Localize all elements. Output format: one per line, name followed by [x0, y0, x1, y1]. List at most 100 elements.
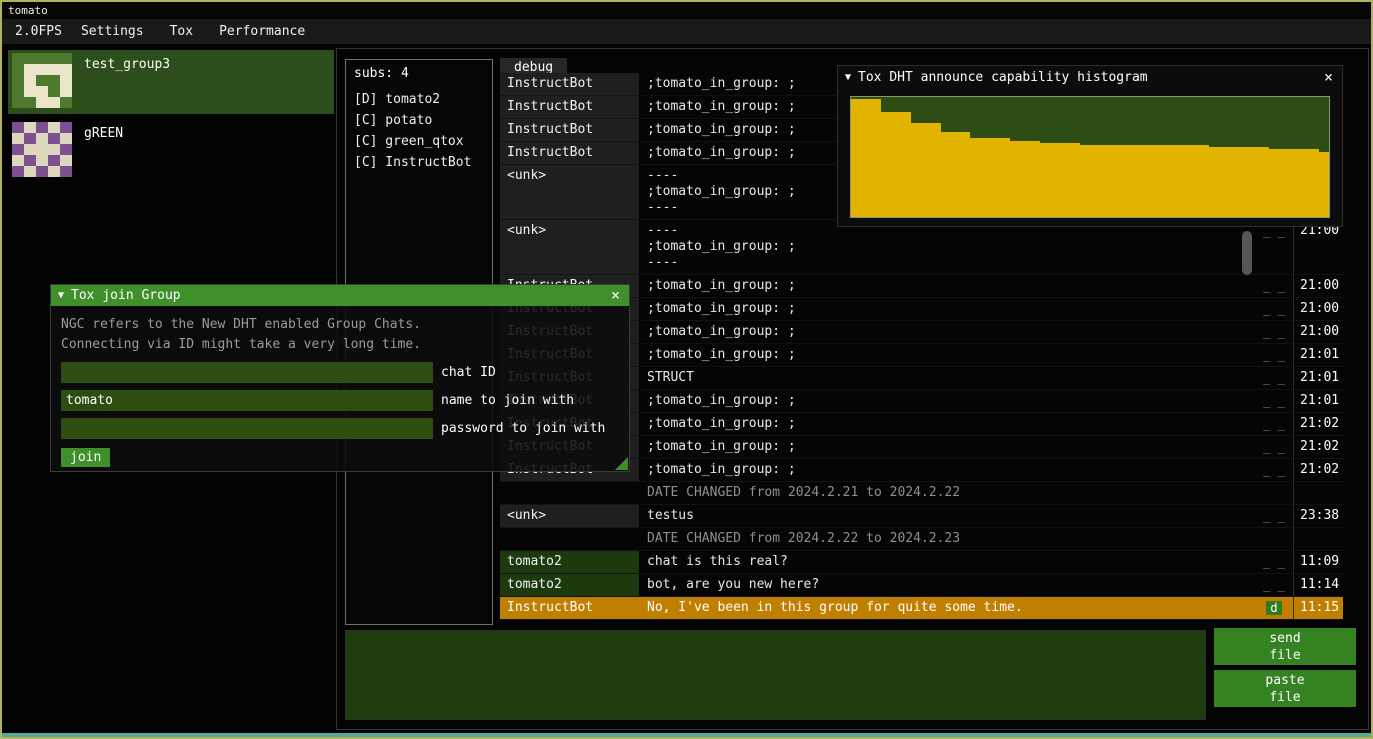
sender-name: InstructBot [500, 119, 639, 141]
subs-list: [D] tomato2[C] potato[C] green_qtox[C] I… [346, 89, 492, 173]
avatar-pixel [48, 86, 60, 97]
chat-message-row[interactable]: InstructBotNo, I've been in this group f… [500, 597, 1344, 620]
message-line: ;tomato_in_group: ; [647, 439, 1247, 455]
histogram-bar [861, 99, 871, 217]
delivered-flag: d [1266, 601, 1281, 615]
message-time: 23:38 [1293, 505, 1343, 527]
collapse-arrow-icon[interactable]: ▼ [845, 72, 851, 83]
group-item-gREEN[interactable]: gREEN [8, 119, 334, 183]
message-line: ;tomato_in_group: ; [647, 347, 1247, 363]
close-icon[interactable]: × [1322, 70, 1335, 85]
group-name: gREEN [84, 122, 123, 141]
sender-name: <unk> [500, 220, 639, 274]
subs-list-item[interactable]: [C] potato [346, 110, 492, 131]
message-flags: d [1255, 597, 1293, 619]
message-text: ;tomato_in_group: ; [639, 321, 1255, 343]
chat-id-input[interactable] [61, 362, 433, 383]
window-titlebar: tomato [2, 2, 1371, 19]
message-text: ;tomato_in_group: ; [639, 275, 1255, 297]
subs-list-item[interactable]: [C] InstructBot [346, 152, 492, 173]
message-time: 21:00 [1293, 220, 1343, 274]
status-2-0fps: 2.0FPS [2, 21, 68, 42]
histogram-bar [1189, 145, 1199, 217]
avatar-pixel [36, 97, 48, 108]
histogram-bar [901, 112, 911, 217]
histogram-bar [1309, 149, 1319, 217]
message-time: 11:15 [1293, 597, 1343, 619]
message-time: 21:01 [1293, 367, 1343, 389]
window-resize-edge[interactable] [2, 733, 1371, 737]
menu-item-performance[interactable]: Performance [206, 21, 318, 42]
avatar-pixel [12, 86, 24, 97]
avatar-pixel [48, 122, 60, 133]
avatar-pixel [36, 75, 48, 86]
sender-name: <unk> [500, 505, 639, 527]
date-separator-row[interactable]: DATE CHANGED from 2024.2.21 to 2024.2.22 [500, 482, 1344, 505]
histogram-bar [1279, 149, 1289, 217]
group-item-test_group3[interactable]: test_group3 [8, 50, 334, 114]
avatar-pixel [24, 97, 36, 108]
subs-list-item[interactable]: [D] tomato2 [346, 89, 492, 110]
send-file-button[interactable]: send file [1214, 628, 1356, 665]
date-separator-row[interactable]: DATE CHANGED from 2024.2.22 to 2024.2.23 [500, 528, 1344, 551]
window-title: tomato [8, 4, 48, 17]
message-line: ;tomato_in_group: ; [647, 239, 1247, 255]
histogram-bar [1010, 141, 1020, 217]
histogram-bar [851, 99, 861, 217]
menu-item-tox[interactable]: Tox [157, 21, 206, 42]
message-input[interactable] [345, 630, 1206, 720]
collapse-arrow-icon[interactable]: ▼ [58, 290, 64, 301]
message-time: 21:01 [1293, 344, 1343, 366]
avatar-pixel [48, 166, 60, 177]
resize-grip[interactable] [615, 457, 628, 470]
join-window-titlebar[interactable]: ▼ Tox join Group × [51, 285, 629, 306]
join-name-label: name to join with [441, 393, 574, 408]
histogram-bar [871, 99, 881, 217]
chat-message-row[interactable]: tomato2bot, are you new here?_ _11:14 [500, 574, 1344, 597]
group-avatar [12, 122, 72, 177]
avatar-pixel [12, 166, 24, 177]
histogram-bar [1150, 145, 1160, 217]
histogram-bar [951, 132, 961, 217]
avatar-pixel [24, 122, 36, 133]
avatar-pixel [12, 97, 24, 108]
menu-item-settings[interactable]: Settings [68, 21, 157, 42]
paste-file-button[interactable]: paste file [1214, 670, 1356, 707]
histogram-bar [1000, 138, 1010, 217]
join-info-line-2: Connecting via ID might take a very long… [61, 335, 619, 355]
group-avatar [12, 53, 72, 108]
message-time [1293, 482, 1343, 504]
subs-list-item[interactable]: [C] green_qtox [346, 131, 492, 152]
avatar-pixel [24, 144, 36, 155]
chat-message-row[interactable]: <unk>----;tomato_in_group: ;----_ _21:00 [500, 220, 1344, 275]
chat-message-row[interactable]: tomato2chat is this real?_ _11:09 [500, 551, 1344, 574]
avatar-pixel [48, 144, 60, 155]
message-line: ;tomato_in_group: ; [647, 462, 1247, 478]
chat-id-label: chat ID [441, 365, 496, 380]
message-flags: _ _ [1255, 367, 1293, 389]
join-button[interactable]: join [61, 448, 110, 467]
avatar-pixel [36, 155, 48, 166]
message-text: ;tomato_in_group: ; [639, 390, 1255, 412]
message-flags: _ _ [1255, 459, 1293, 481]
message-text: ;tomato_in_group: ; [639, 298, 1255, 320]
chat-scrollbar-thumb[interactable] [1242, 231, 1252, 275]
join-password-input[interactable] [61, 418, 433, 439]
histogram-bar [1289, 149, 1299, 217]
avatar-pixel [24, 86, 36, 97]
avatar-pixel [36, 53, 48, 64]
histogram-window-titlebar[interactable]: ▼ Tox DHT announce capability histogram … [838, 66, 1342, 89]
message-text: STRUCT [639, 367, 1255, 389]
chat-message-row[interactable]: <unk>testus_ _23:38 [500, 505, 1344, 528]
message-text: ;tomato_in_group: ; [639, 344, 1255, 366]
histogram-bar [1249, 147, 1259, 217]
histogram-bar [1299, 149, 1309, 217]
message-text: testus [639, 505, 1255, 527]
join-name-input[interactable] [61, 390, 433, 411]
histogram-bar [921, 123, 931, 217]
message-flags: _ _ [1255, 321, 1293, 343]
close-icon[interactable]: × [609, 288, 622, 303]
message-text: ;tomato_in_group: ; [639, 436, 1255, 458]
avatar-pixel [24, 166, 36, 177]
date-changed-text: DATE CHANGED from 2024.2.21 to 2024.2.22 [639, 482, 1255, 504]
